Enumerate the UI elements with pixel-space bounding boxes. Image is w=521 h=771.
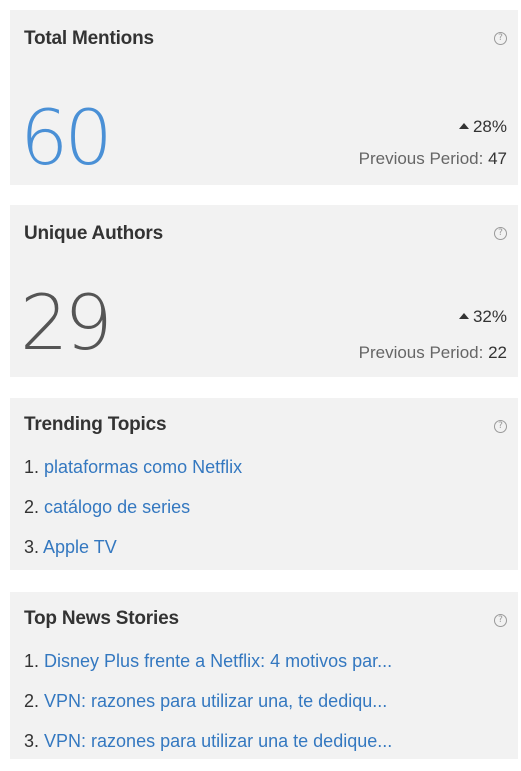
list-item-number: 2. — [24, 497, 40, 517]
unique-authors-value: 29 — [20, 278, 113, 367]
trending-topics-list: 1. plataformas como Netflix 2. catálogo … — [24, 457, 242, 577]
help-icon[interactable]: ? — [494, 32, 507, 45]
arrow-up-icon — [458, 313, 469, 319]
list-item: 2. VPN: razones para utilizar una, te de… — [24, 691, 392, 731]
total-mentions-value: 60 — [20, 93, 113, 182]
total-mentions-previous: Previous Period: 47 — [359, 149, 507, 169]
list-item: 1. Disney Plus frente a Netflix: 4 motiv… — [24, 651, 392, 691]
list-item: 2. catálogo de series — [24, 497, 242, 537]
trending-topics-title: Trending Topics — [24, 414, 167, 435]
unique-authors-change: 32% — [458, 307, 507, 327]
topic-link[interactable]: Apple TV — [43, 537, 117, 557]
help-icon[interactable]: ? — [494, 420, 507, 433]
previous-period-value: 22 — [488, 343, 507, 362]
total-mentions-change-value: 28% — [472, 117, 507, 136]
news-link[interactable]: VPN: razones para utilizar una, te dediq… — [44, 691, 387, 711]
total-mentions-title: Total Mentions — [24, 28, 154, 49]
previous-period-label: Previous Period: — [358, 149, 484, 168]
news-link[interactable]: Disney Plus frente a Netflix: 4 motivos … — [44, 651, 392, 671]
topic-link[interactable]: plataformas como Netflix — [44, 457, 242, 477]
trending-topics-panel: Trending Topics ? 1. plataformas como Ne… — [10, 398, 518, 570]
total-mentions-panel: Total Mentions ? 60 28% Previous Period:… — [10, 10, 518, 185]
arrow-up-icon — [458, 123, 469, 129]
unique-authors-panel: Unique Authors ? 29 32% Previous Period:… — [10, 205, 518, 377]
topic-link[interactable]: catálogo de series — [44, 497, 190, 517]
unique-authors-title: Unique Authors — [24, 223, 163, 244]
list-item-number: 2. — [24, 691, 40, 711]
list-item: 3. VPN: razones para utilizar una te ded… — [24, 731, 392, 771]
list-item: 3. Apple TV — [24, 537, 242, 577]
list-item-number: 1. — [24, 651, 40, 671]
list-item-number: 3. — [24, 731, 40, 751]
list-item-number: 3. — [24, 537, 40, 557]
top-news-list: 1. Disney Plus frente a Netflix: 4 motiv… — [24, 651, 392, 771]
list-item-number: 1. — [24, 457, 40, 477]
top-news-panel: Top News Stories ? 1. Disney Plus frente… — [10, 592, 518, 759]
previous-period-label: Previous Period: — [358, 343, 484, 362]
total-mentions-change: 28% — [458, 117, 507, 137]
help-icon[interactable]: ? — [494, 614, 507, 627]
help-icon[interactable]: ? — [494, 227, 507, 240]
unique-authors-change-value: 32% — [472, 307, 507, 326]
list-item: 1. plataformas como Netflix — [24, 457, 242, 497]
previous-period-value: 47 — [488, 149, 507, 168]
unique-authors-previous: Previous Period: 22 — [359, 343, 507, 363]
top-news-title: Top News Stories — [24, 608, 179, 629]
news-link[interactable]: VPN: razones para utilizar una te dediqu… — [44, 731, 392, 751]
